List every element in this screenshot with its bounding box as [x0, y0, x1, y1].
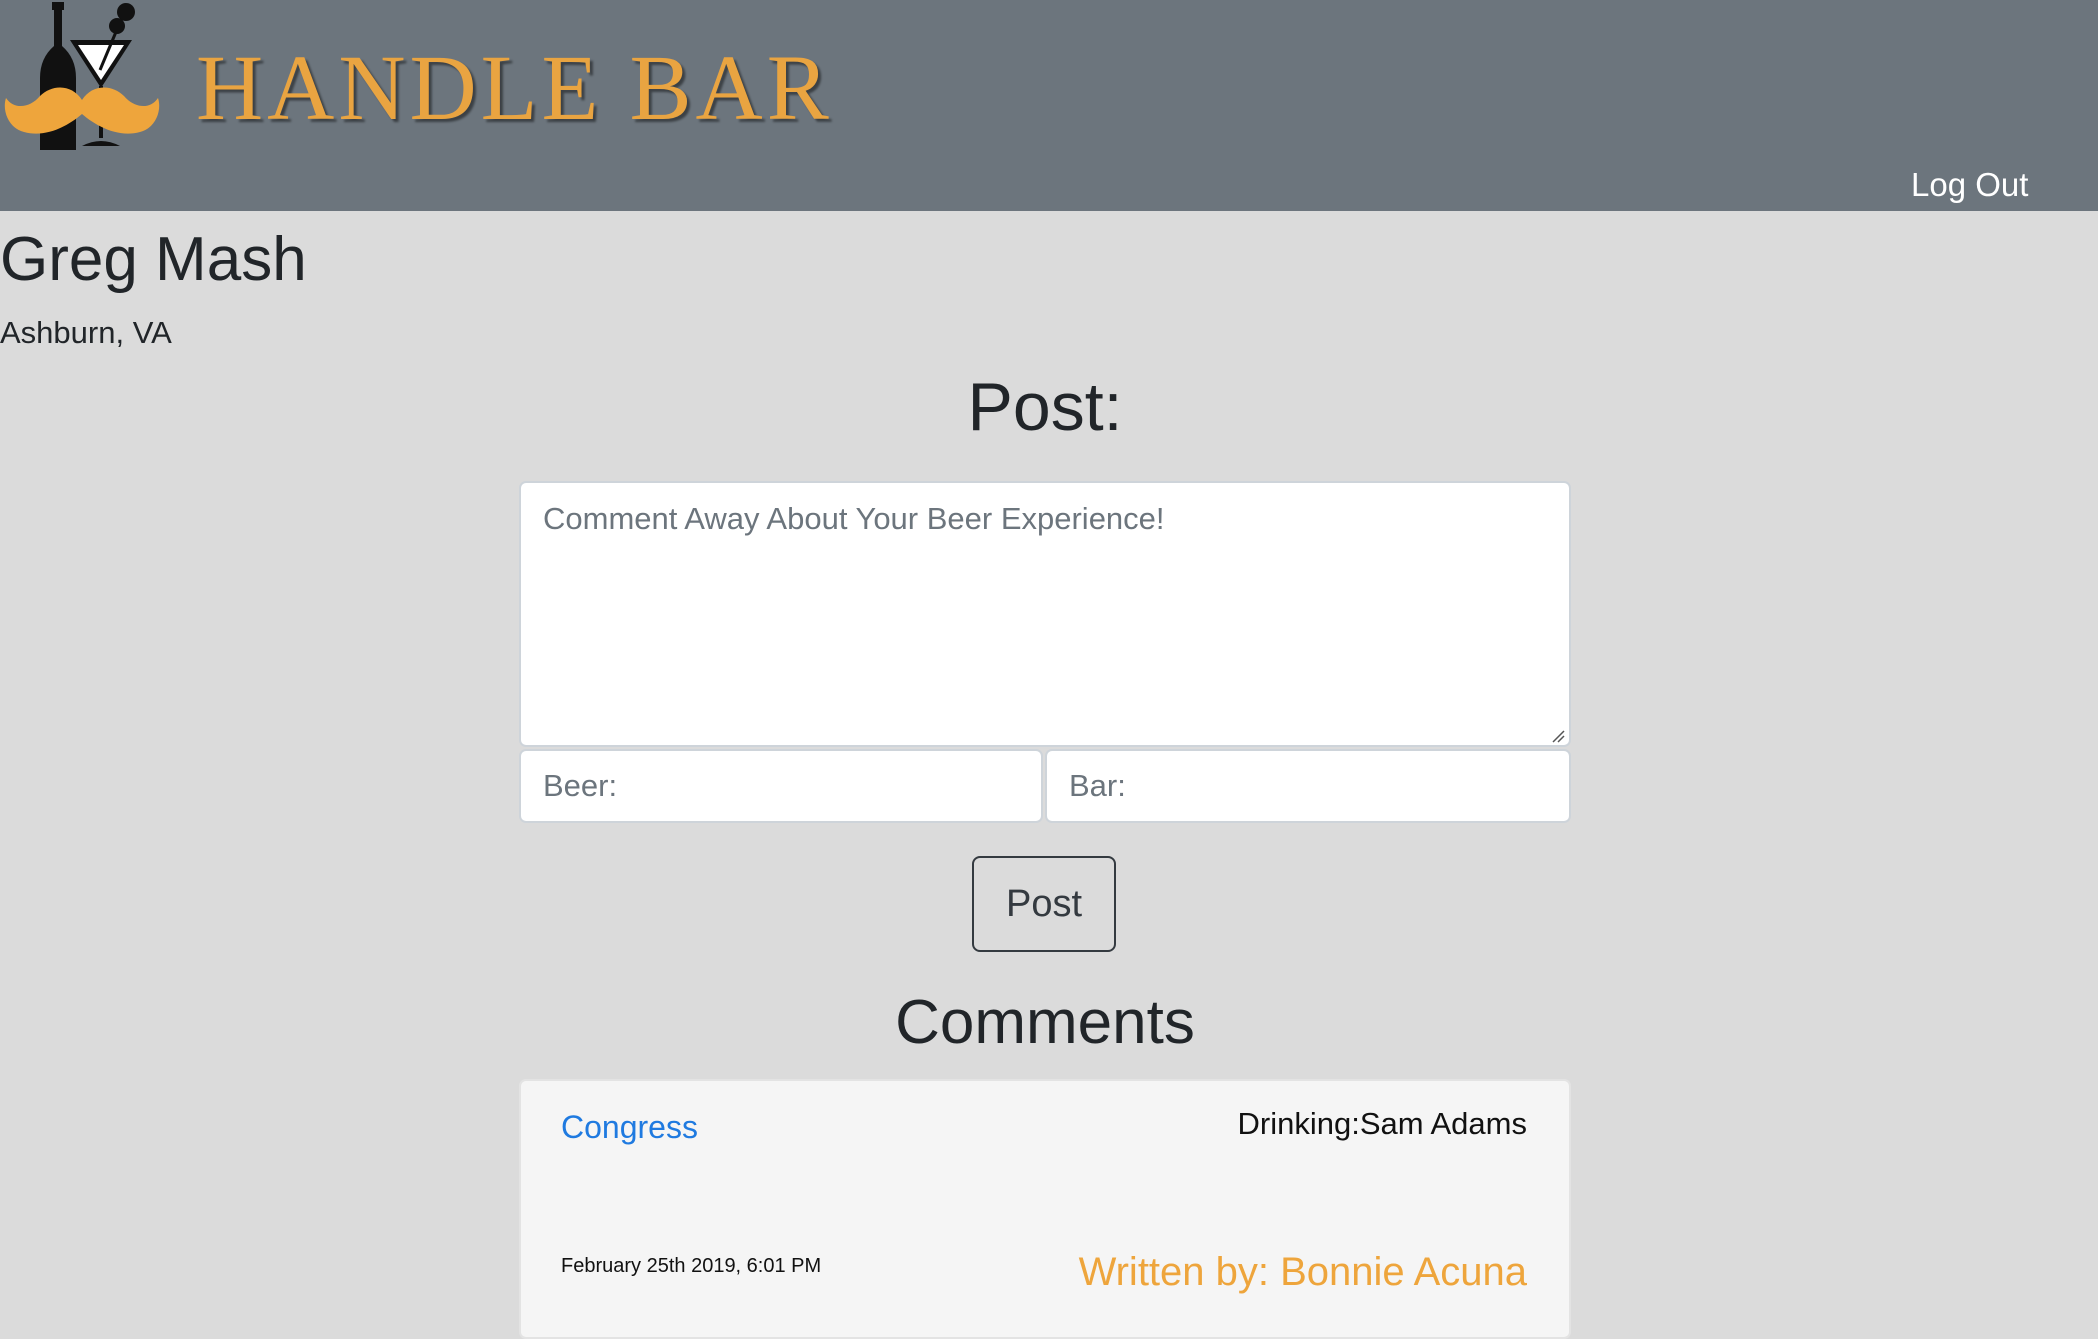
- comment-card: Congress Drinking:Sam Adams February 25t…: [519, 1079, 1571, 1339]
- profile-name: Greg Mash: [0, 225, 307, 294]
- comment-date: February 25th 2019, 6:01 PM: [561, 1255, 822, 1277]
- comments-heading: Comments: [895, 988, 1195, 1057]
- bar-input[interactable]: [1045, 749, 1571, 823]
- header-navbar: HANDLE BAR Log Out: [0, 0, 2098, 211]
- comment-author: Written by: Bonnie Acuna: [1078, 1250, 1527, 1294]
- profile-location: Ashburn, VA: [0, 315, 172, 350]
- logout-link[interactable]: Log Out: [1911, 168, 2028, 201]
- resize-handle-icon[interactable]: [1551, 729, 1565, 743]
- mustache-icon: [4, 87, 160, 134]
- beer-input[interactable]: [519, 749, 1043, 823]
- comment-drinking: Drinking:Sam Adams: [1237, 1106, 1527, 1141]
- post-button[interactable]: Post: [972, 856, 1116, 952]
- brand-title: HANDLE BAR: [196, 37, 833, 140]
- comment-bar-link[interactable]: Congress: [561, 1111, 698, 1143]
- comment-textarea[interactable]: [519, 481, 1571, 747]
- handle-bar-logo[interactable]: [0, 0, 165, 155]
- post-heading: Post:: [967, 369, 1123, 445]
